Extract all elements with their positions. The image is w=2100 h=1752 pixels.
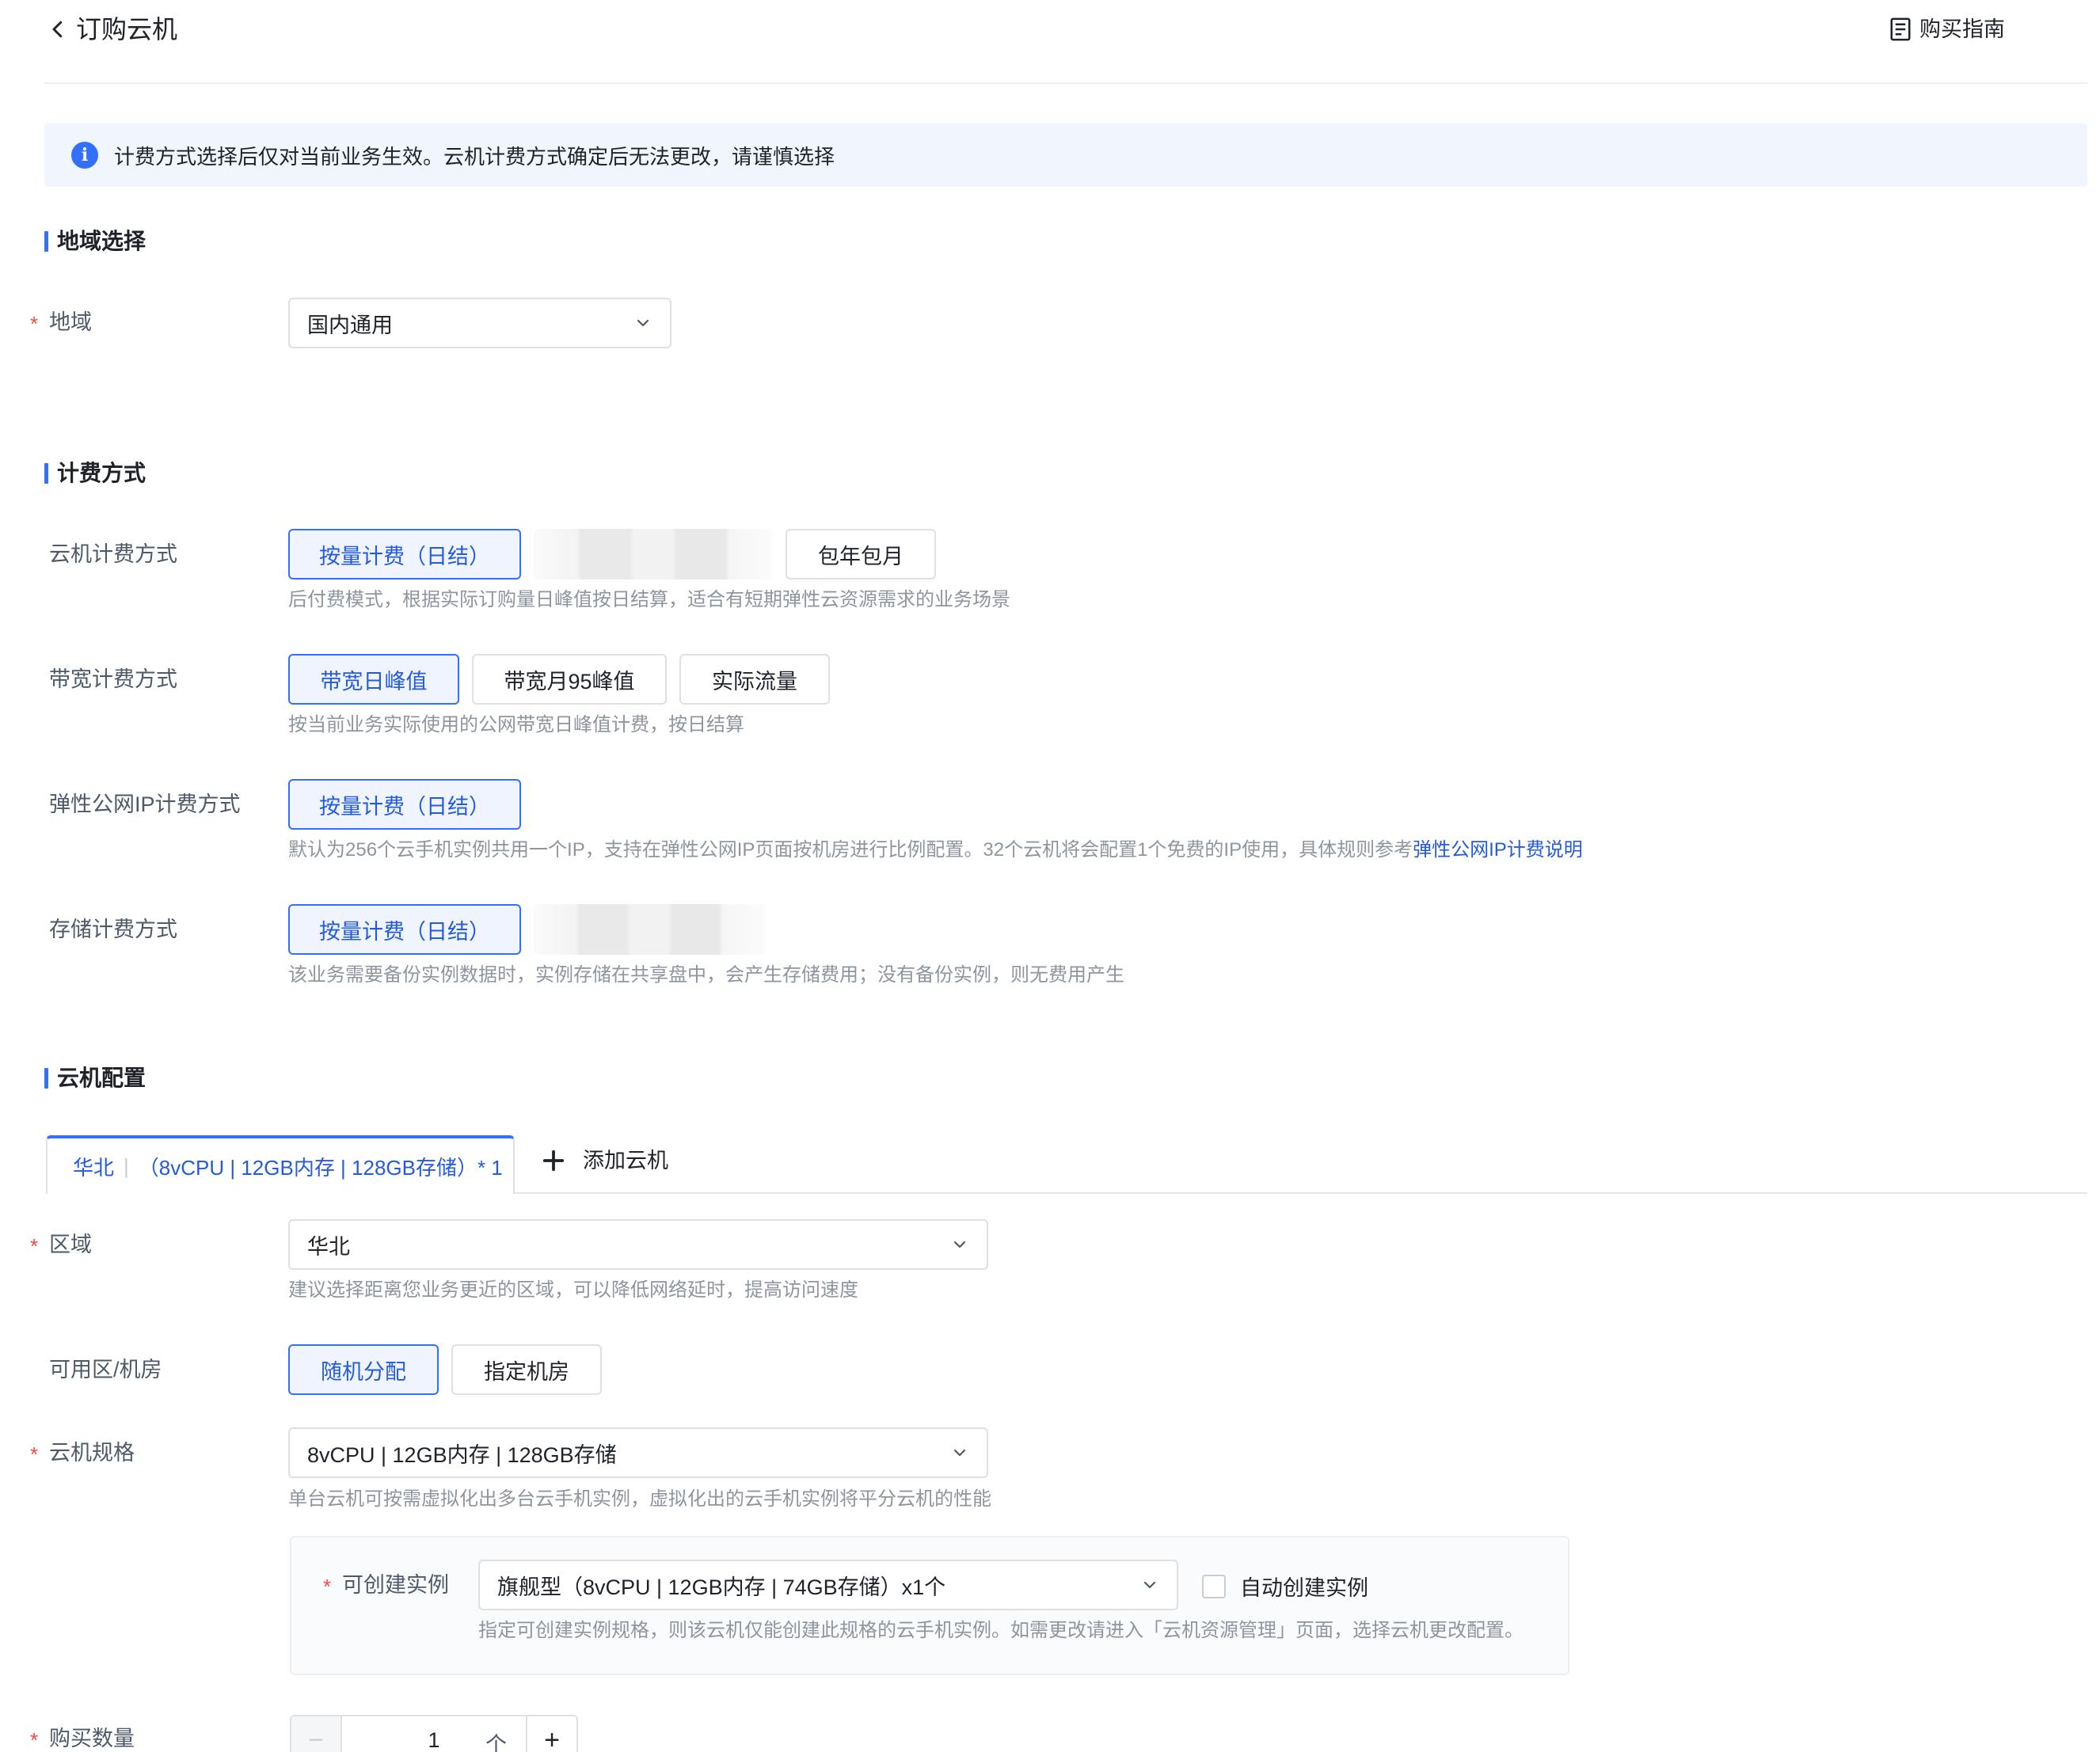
cloud-billing-option-payg[interactable]: 按量计费（日结）: [288, 529, 521, 580]
cloud-billing-hint: 后付费模式，根据实际订购量日峰值按日结算，适合有短期弹性云资源需求的业务场景: [288, 589, 1010, 610]
eip-billing-options: 按量计费（日结）: [288, 779, 521, 830]
bandwidth-option-actual-traffic[interactable]: 实际流量: [679, 654, 830, 705]
purchase-guide-label: 购买指南: [1919, 17, 2005, 41]
storage-billing-options: 按量计费（日结）: [288, 904, 765, 955]
az-option-specify[interactable]: 指定机房: [451, 1344, 602, 1395]
zone-label: 区域: [30, 1230, 92, 1260]
plus-icon: [542, 1150, 565, 1172]
spec-select-value: 8vCPU | 12GB内存 | 128GB存储: [307, 1442, 617, 1467]
cloud-billing-options: 按量计费（日结） 包年包月: [288, 529, 936, 580]
storage-billing-label: 存储计费方式: [49, 918, 177, 941]
auto-create-instance-checkbox[interactable]: 自动创建实例: [1202, 1571, 1368, 1602]
eip-billing-hint: 默认为256个云手机实例共用一个IP，支持在弹性公网IP页面按机房进行比例配置。…: [288, 838, 1583, 863]
back-arrow-icon[interactable]: [46, 17, 70, 41]
chevron-down-icon: [637, 319, 649, 327]
cloud-billing-label: 云机计费方式: [49, 542, 177, 566]
storage-option-payg[interactable]: 按量计费（日结）: [288, 904, 521, 955]
quantity-input[interactable]: 1 个: [342, 1716, 526, 1752]
instance-hint: 指定可创建实例规格，则该云机仅能创建此规格的云手机实例。如需更改请进入「云机资源…: [478, 1620, 1524, 1641]
tab-region: 华北: [73, 1155, 115, 1180]
add-cloud-machine-button[interactable]: 添加云机: [542, 1146, 668, 1175]
chevron-down-icon: [953, 1241, 966, 1248]
chevron-down-icon: [1143, 1581, 1156, 1589]
add-cloud-machine-label: 添加云机: [583, 1149, 668, 1172]
tab-spec: （8vCPU | 12GB内存 | 128GB存储）* 1: [138, 1155, 503, 1180]
blurred-option: [534, 529, 773, 580]
increment-button[interactable]: +: [526, 1716, 576, 1752]
az-label: 可用区/机房: [49, 1358, 162, 1381]
section-title-config: 云机配置: [44, 1064, 146, 1093]
eip-hint-text: 默认为256个云手机实例共用一个IP，支持在弹性公网IP页面按机房进行比例配置。…: [288, 839, 1413, 861]
notice-text: 计费方式选择后仅对当前业务生效。云机计费方式确定后无法更改，请谨慎选择: [114, 144, 835, 169]
zone-select[interactable]: 华北: [288, 1219, 988, 1270]
eip-billing-doc-link[interactable]: 弹性公网IP计费说明: [1413, 839, 1583, 861]
bandwidth-billing-hint: 按当前业务实际使用的公网带宽日峰值计费，按日结算: [288, 714, 744, 735]
az-option-random[interactable]: 随机分配: [288, 1344, 439, 1395]
tab-cloud-machine-1[interactable]: 华北 | （8vCPU | 12GB内存 | 128GB存储）* 1: [46, 1135, 515, 1194]
quantity-label: 购买数量: [30, 1724, 135, 1752]
region-label: 地域: [30, 308, 92, 338]
bandwidth-option-daily-peak[interactable]: 带宽日峰值: [288, 654, 459, 705]
instance-label: 可创建实例: [323, 1571, 449, 1601]
checkbox[interactable]: [1202, 1574, 1226, 1598]
instance-select-value: 旗舰型（8vCPU | 12GB内存 | 74GB存储）x1个: [497, 1575, 946, 1599]
info-icon: i: [71, 142, 98, 169]
spec-label: 云机规格: [30, 1438, 135, 1469]
billing-notice: i 计费方式选择后仅对当前业务生效。云机计费方式确定后无法更改，请谨慎选择: [44, 124, 2087, 187]
quantity-unit: 个: [485, 1733, 507, 1752]
az-options: 随机分配 指定机房: [288, 1344, 602, 1395]
bandwidth-billing-options: 带宽日峰值 带宽月95峰值 实际流量: [288, 654, 830, 705]
spec-hint: 单台云机可按需虚拟化出多台云手机实例，虚拟化出的云手机实例将平分云机的性能: [288, 1488, 991, 1510]
bandwidth-option-monthly-95[interactable]: 带宽月95峰值: [472, 654, 667, 705]
section-title-billing: 计费方式: [44, 459, 146, 488]
blurred-option: [534, 904, 765, 955]
eip-billing-label: 弹性公网IP计费方式: [49, 792, 241, 816]
instance-select[interactable]: 旗舰型（8vCPU | 12GB内存 | 74GB存储）x1个: [478, 1560, 1178, 1610]
storage-billing-hint: 该业务需要备份实例数据时，实例存储在共享盘中，会产生存储费用；没有备份实例，则无…: [288, 964, 1124, 986]
quantity-value: 1: [428, 1727, 440, 1752]
chevron-down-icon: [953, 1449, 966, 1457]
region-select[interactable]: 国内通用: [288, 298, 671, 348]
tab-separator: |: [124, 1153, 129, 1178]
purchase-guide-link[interactable]: 购买指南: [1889, 14, 2005, 44]
document-icon: [1890, 17, 1911, 41]
section-title-region: 地域选择: [44, 227, 146, 256]
cloud-billing-option-monthly[interactable]: 包年包月: [786, 529, 936, 580]
header-divider: [44, 82, 2087, 84]
zone-select-value: 华北: [307, 1234, 350, 1259]
page-title: 订购云机: [76, 15, 178, 44]
auto-create-label: 自动创建实例: [1240, 1576, 1368, 1600]
spec-select[interactable]: 8vCPU | 12GB内存 | 128GB存储: [288, 1427, 988, 1478]
bandwidth-billing-label: 带宽计费方式: [49, 667, 177, 691]
eip-option-payg[interactable]: 按量计费（日结）: [288, 779, 521, 830]
zone-hint: 建议选择距离您业务更近的区域，可以降低网络延时，提高访问速度: [288, 1279, 858, 1301]
quantity-stepper: − 1 个 +: [290, 1715, 578, 1752]
region-select-value: 国内通用: [307, 313, 393, 337]
decrement-button[interactable]: −: [291, 1716, 342, 1752]
